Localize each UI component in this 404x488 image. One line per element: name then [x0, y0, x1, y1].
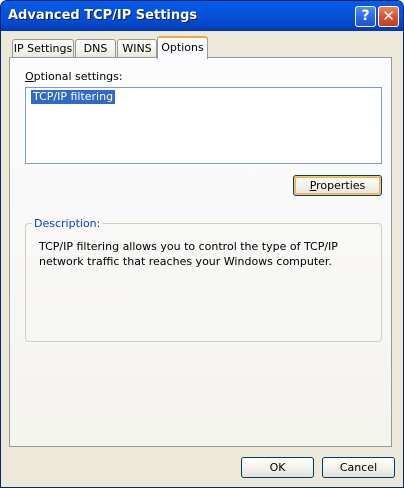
properties-button-label: roperties — [316, 179, 366, 192]
tab-dns[interactable]: DNS — [75, 39, 116, 59]
optional-settings-label-accesskey: O — [25, 70, 34, 83]
cancel-button[interactable]: Cancel — [322, 457, 395, 478]
properties-button[interactable]: Properties — [293, 175, 382, 196]
optional-settings-label-text: ptional settings: — [33, 70, 123, 83]
list-item-tcpip-filtering[interactable]: TCP/IP filtering — [31, 90, 116, 104]
tab-options[interactable]: Options — [157, 36, 208, 59]
window-title: Advanced TCP/IP Settings — [8, 8, 198, 23]
tab-ip-settings[interactable]: IP Settings — [12, 39, 74, 59]
description-legend: Description: — [32, 217, 103, 230]
advanced-tcpip-settings-dialog: Advanced TCP/IP Settings ? ✕ IP Settings… — [0, 0, 404, 488]
optional-settings-list[interactable]: TCP/IP filtering — [25, 87, 382, 164]
help-icon[interactable]: ? — [355, 6, 376, 27]
description-text: TCP/IP filtering allows you to control t… — [39, 240, 338, 268]
title-bar[interactable]: Advanced TCP/IP Settings ? ✕ — [1, 1, 403, 31]
close-icon[interactable]: ✕ — [378, 6, 399, 27]
ok-button[interactable]: OK — [241, 457, 314, 478]
tab-wins[interactable]: WINS — [117, 39, 157, 59]
optional-settings-label: Optional settings: — [25, 70, 123, 83]
